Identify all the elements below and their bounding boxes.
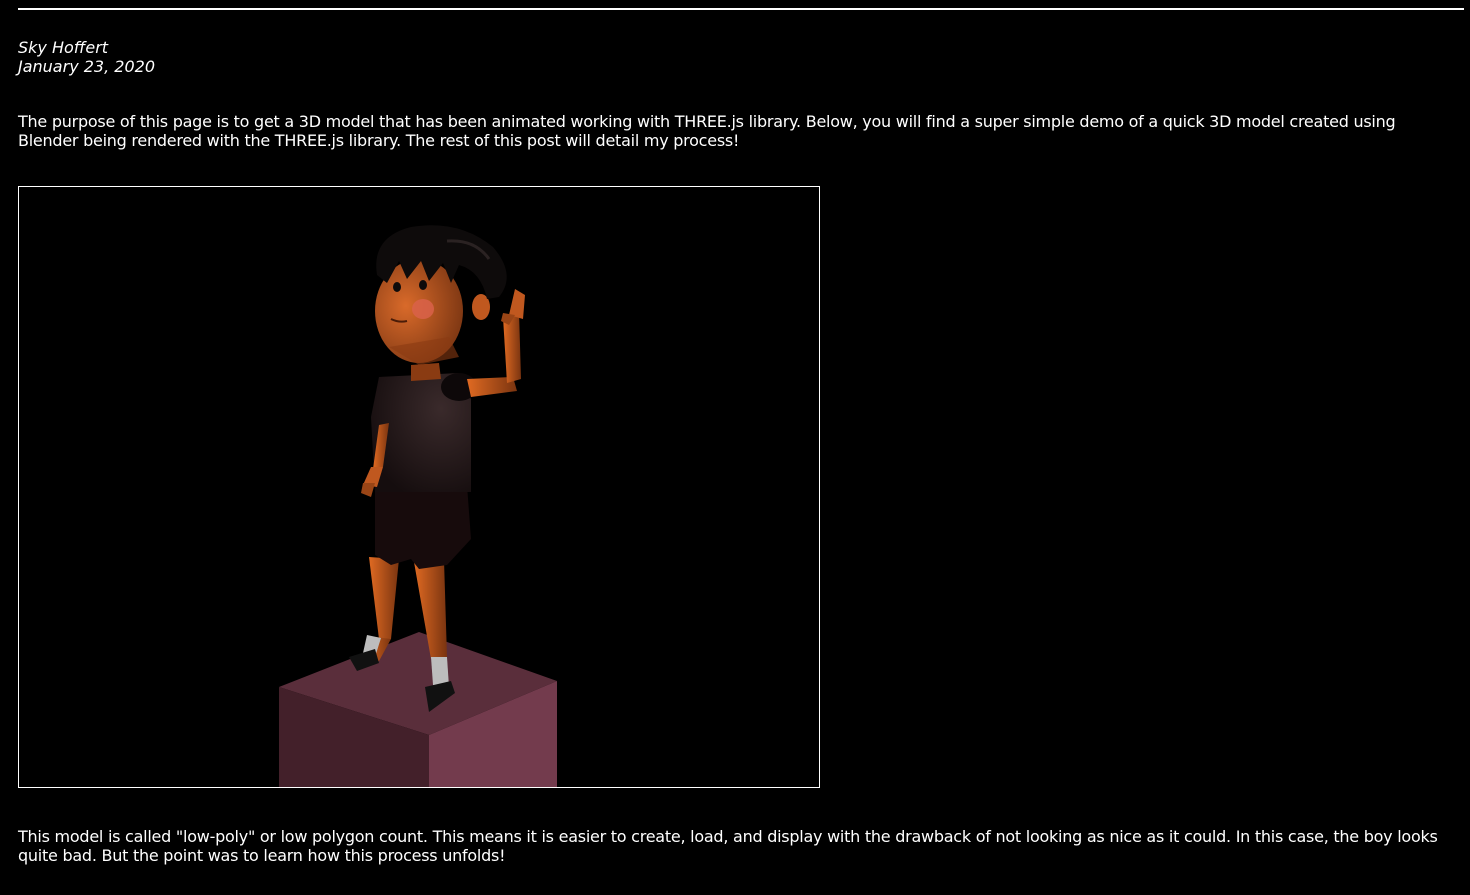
boy-model xyxy=(349,225,525,712)
threejs-canvas[interactable] xyxy=(18,186,820,788)
post-date: January 23, 2020 xyxy=(18,57,155,76)
byline: Sky Hoffert January 23, 2020 xyxy=(18,38,155,76)
intro-paragraph: The purpose of this page is to get a 3D … xyxy=(18,112,1396,150)
rendered-3d-scene xyxy=(279,225,557,787)
author-name: Sky Hoffert xyxy=(18,38,109,57)
top-divider xyxy=(18,8,1464,10)
outro-paragraph: This model is called "low-poly" or low p… xyxy=(18,827,1438,865)
pedestal-cube xyxy=(279,632,557,787)
